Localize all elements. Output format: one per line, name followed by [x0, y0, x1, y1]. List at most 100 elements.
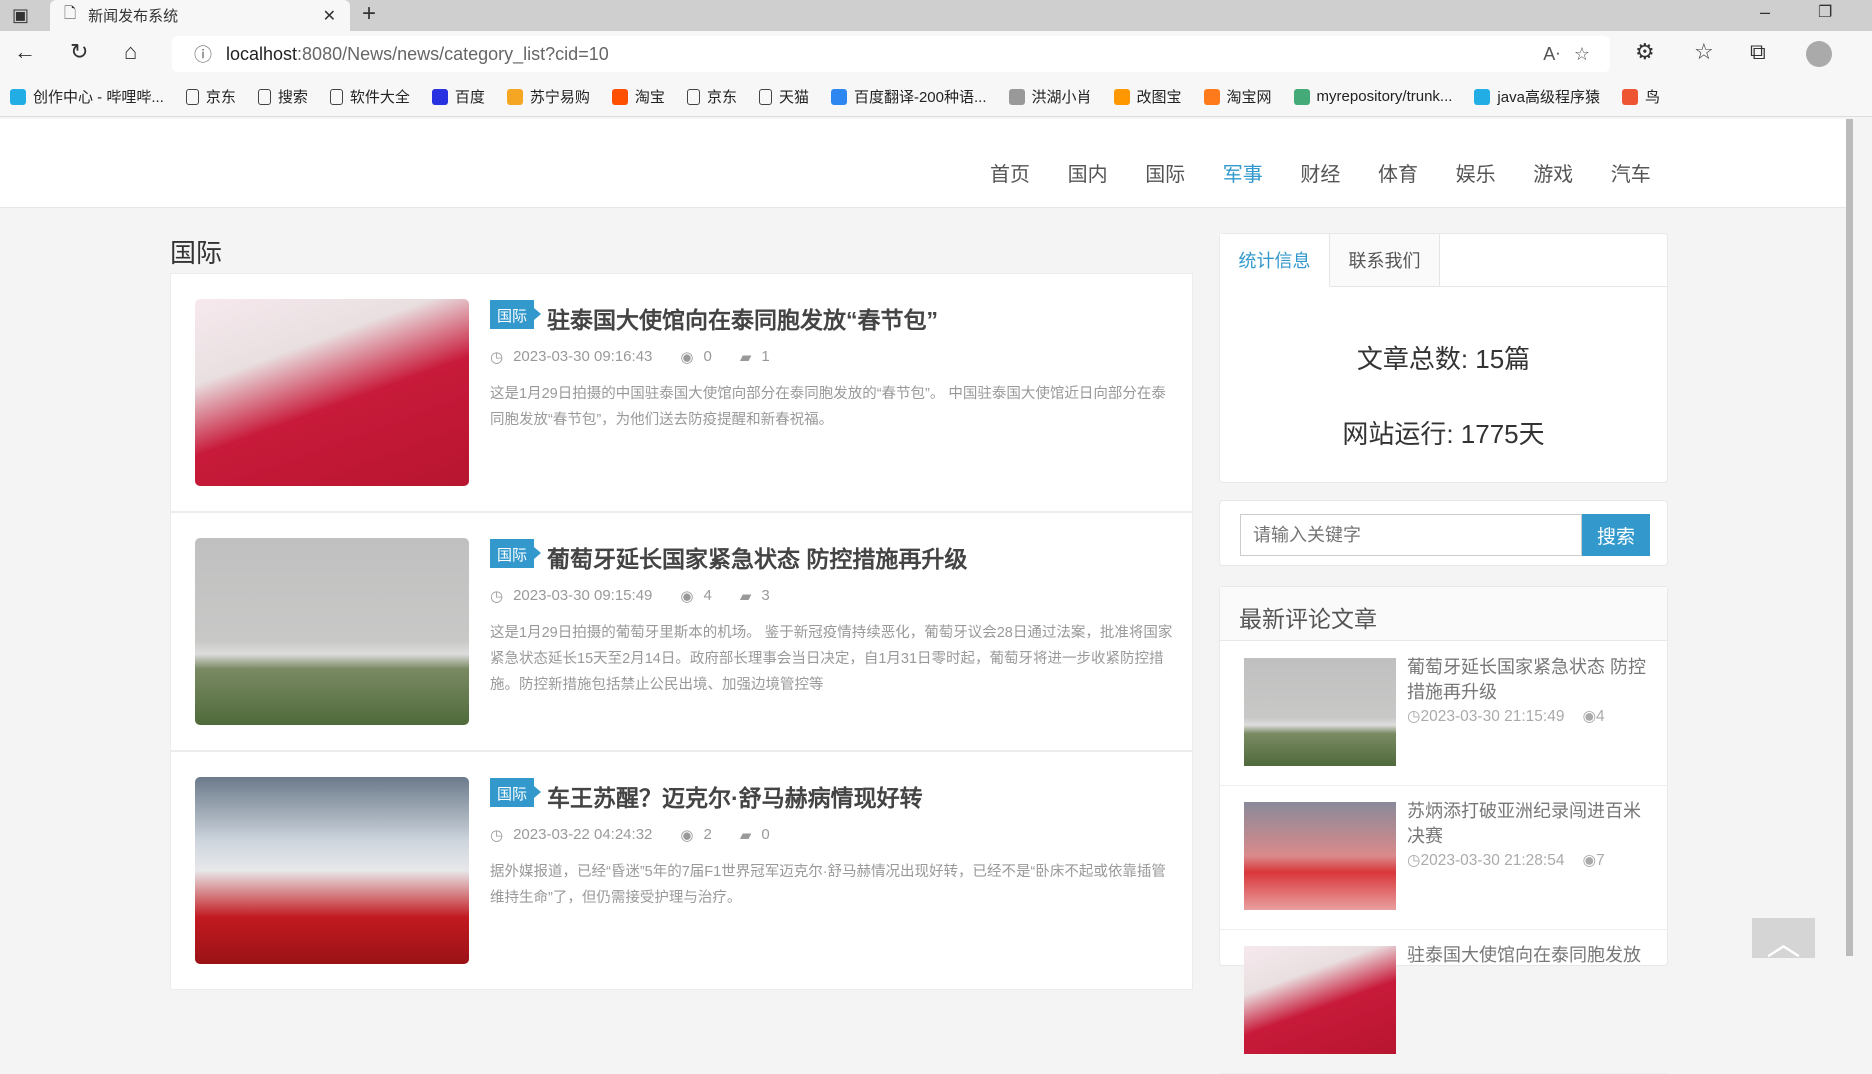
clock-icon: ◷	[490, 827, 504, 844]
nav-item[interactable]: 军事	[1223, 158, 1263, 187]
tab-contact[interactable]: 联系我们	[1330, 234, 1440, 287]
clock-icon: ◷	[490, 588, 504, 605]
article-views: 0	[703, 348, 712, 365]
article-card: 国际 驻泰国大使馆向在泰同胞发放“春节包” ◷ 2023-03-30 09:16:…	[170, 273, 1193, 512]
article-comments: 1	[761, 348, 770, 365]
nav-item[interactable]: 财经	[1300, 158, 1340, 187]
tab-actions-icon[interactable]: ▣	[12, 5, 29, 26]
home-icon[interactable]: ⌂	[124, 39, 137, 65]
latest-thumbnail[interactable]	[1244, 946, 1396, 1054]
back-to-top-button[interactable]: ︿	[1752, 918, 1815, 963]
article-time: 2023-03-22 04:24:32	[513, 826, 653, 843]
nav-item[interactable]: 国内	[1068, 158, 1108, 187]
tab-stats[interactable]: 统计信息	[1220, 234, 1330, 287]
bookmark-item[interactable]: 京东	[686, 86, 737, 107]
bookmarks-bar: 创作中心 - 哔哩哔... 京东 搜索 软件大全 百度 苏宁易购 淘宝 京东 天猫 百度翻译-20…	[0, 77, 1872, 117]
bookmark-item[interactable]: 天猫	[758, 86, 809, 107]
latest-thumbnail[interactable]	[1244, 658, 1396, 766]
bookmark-item[interactable]: 苏宁易购	[506, 86, 590, 107]
bookmark-item[interactable]: java高级程序猿	[1474, 86, 1600, 107]
site-favicon-icon	[830, 88, 847, 105]
restore-icon[interactable]: ❐	[1818, 2, 1832, 22]
category-badge[interactable]: 国际	[490, 539, 542, 568]
article-title[interactable]: 驻泰国大使馆向在泰同胞发放“春节包”	[547, 301, 938, 335]
new-tab-icon[interactable]: +	[362, 0, 376, 28]
bookmark-item[interactable]: 京东	[185, 86, 236, 107]
page-icon	[257, 88, 271, 105]
article-thumbnail[interactable]	[195, 538, 469, 725]
nav-item[interactable]: 体育	[1378, 158, 1418, 187]
page-icon	[185, 88, 199, 105]
bookmark-item[interactable]: 淘宝	[611, 86, 665, 107]
site-favicon-icon	[506, 88, 523, 105]
site-uptime: 网站运行: 1775天	[1342, 419, 1545, 449]
nav-item[interactable]: 汽车	[1611, 158, 1651, 187]
article-summary: 据外媒报道，已经“昏迷”5年的7届F1世界冠军迈克尔·舒马赫情况出现好转，已经不…	[490, 864, 1166, 906]
browser-tab[interactable]: 🗋 新闻发布系统 ✕	[50, 0, 350, 31]
latest-item-title[interactable]: 葡萄牙延长国家紧急状态 防控措施再升级	[1407, 655, 1647, 705]
article-title[interactable]: 葡萄牙延长国家紧急状态 防控措施再升级	[547, 540, 967, 574]
nav-item[interactable]: 国际	[1145, 158, 1185, 187]
search-button[interactable]: 搜索	[1582, 514, 1650, 556]
latest-item[interactable]: 驻泰国大使馆向在泰同胞发放	[1220, 930, 1667, 1074]
url-host: localhost	[226, 43, 298, 64]
category-title: 国际	[170, 238, 223, 268]
bookmark-item[interactable]: 改图宝	[1113, 86, 1182, 107]
bookmark-item[interactable]: 软件大全	[329, 86, 410, 107]
bookmark-item[interactable]: 淘宝网	[1203, 86, 1272, 107]
search-input[interactable]	[1240, 514, 1582, 556]
latest-comments-panel: 最新评论文章 葡萄牙延长国家紧急状态 防控措施再升级 ◷ 2023-03-30 21…	[1219, 586, 1668, 1074]
category-badge[interactable]: 国际	[490, 778, 542, 807]
nav-item[interactable]: 首页	[990, 158, 1030, 187]
address-bar[interactable]: ⓘ localhost:8080/News/news/category_list…	[172, 36, 1610, 72]
nav-item[interactable]: 娱乐	[1456, 158, 1496, 187]
site-favicon-icon	[1203, 88, 1220, 105]
bookmark-item[interactable]: 百度翻译-200种语...	[830, 86, 987, 107]
clock-icon: ◷	[1407, 708, 1421, 725]
article-summary: 这是1月29日拍摄的中国驻泰国大使馆向部分在泰同胞发放的“春节包”。 中国驻泰国…	[490, 386, 1166, 428]
latest-title: 最新评论文章	[1220, 587, 1667, 641]
minimize-icon[interactable]: –	[1760, 2, 1770, 23]
profile-avatar[interactable]	[1806, 41, 1832, 67]
article-time: 2023-03-30 09:15:49	[513, 587, 653, 604]
scrollbar[interactable]	[1846, 119, 1872, 956]
favorite-add-icon[interactable]: ☆	[1574, 44, 1590, 65]
eye-icon: ◉	[1582, 852, 1596, 869]
browser-toolbar: ← ↻ ⌂ ⓘ localhost:8080/News/news/categor…	[0, 31, 1872, 77]
bookmark-item[interactable]: 百度	[431, 86, 485, 107]
bookmark-label: 天猫	[778, 89, 809, 106]
nav-item[interactable]: 游戏	[1533, 158, 1573, 187]
bookmark-label: 软件大全	[349, 89, 410, 106]
latest-time: 2023-03-30 21:28:54	[1420, 852, 1565, 869]
refresh-icon[interactable]: ↻	[70, 39, 88, 65]
bookmark-label: 鸟	[1644, 89, 1660, 106]
eye-icon: ◉	[680, 349, 694, 366]
close-tab-icon[interactable]: ✕	[323, 6, 336, 26]
category-badge[interactable]: 国际	[490, 300, 542, 329]
favorites-icon[interactable]: ☆	[1694, 39, 1714, 65]
page-icon: 🗋	[64, 5, 77, 22]
site-favicon-icon	[431, 88, 448, 105]
article-thumbnail[interactable]	[195, 777, 469, 964]
bookmark-item[interactable]: myrepository/trunk...	[1293, 88, 1452, 105]
article-title[interactable]: 车王苏醒？迈克尔·舒马赫病情现好转	[547, 779, 923, 813]
page-icon	[758, 88, 772, 105]
eye-icon: ◉	[680, 827, 694, 844]
latest-item[interactable]: 苏炳添打破亚洲纪录闯进百米决赛 ◷2023-03-30 21:28:54 ◉7	[1220, 786, 1667, 930]
latest-thumbnail[interactable]	[1244, 802, 1396, 910]
read-aloud-icon[interactable]: Aᐧ	[1543, 44, 1560, 65]
collections-icon[interactable]: ⧉	[1750, 39, 1766, 65]
latest-item-title[interactable]: 苏炳添打破亚洲纪录闯进百米决赛	[1407, 799, 1647, 849]
extensions-icon[interactable]: ⚙	[1635, 39, 1655, 65]
browser-tab-bar: ▣ 🗋 新闻发布系统 ✕ + – ❐	[0, 0, 1872, 31]
back-icon[interactable]: ←	[14, 39, 36, 65]
bookmark-item[interactable]: 洪湖小肖	[1008, 86, 1092, 107]
bookmark-item[interactable]: 创作中心 - 哔哩哔...	[10, 86, 164, 107]
latest-item[interactable]: 葡萄牙延长国家紧急状态 防控措施再升级 ◷2023-03-30 21:15:49 ◉…	[1220, 642, 1667, 786]
bookmark-label: 京东	[706, 89, 737, 106]
bookmark-item[interactable]: 鸟	[1621, 86, 1660, 107]
tab-title: 新闻发布系统	[88, 8, 179, 25]
bookmark-item[interactable]: 搜索	[257, 86, 308, 107]
comment-icon: ▰	[739, 588, 752, 605]
article-thumbnail[interactable]	[195, 299, 469, 486]
